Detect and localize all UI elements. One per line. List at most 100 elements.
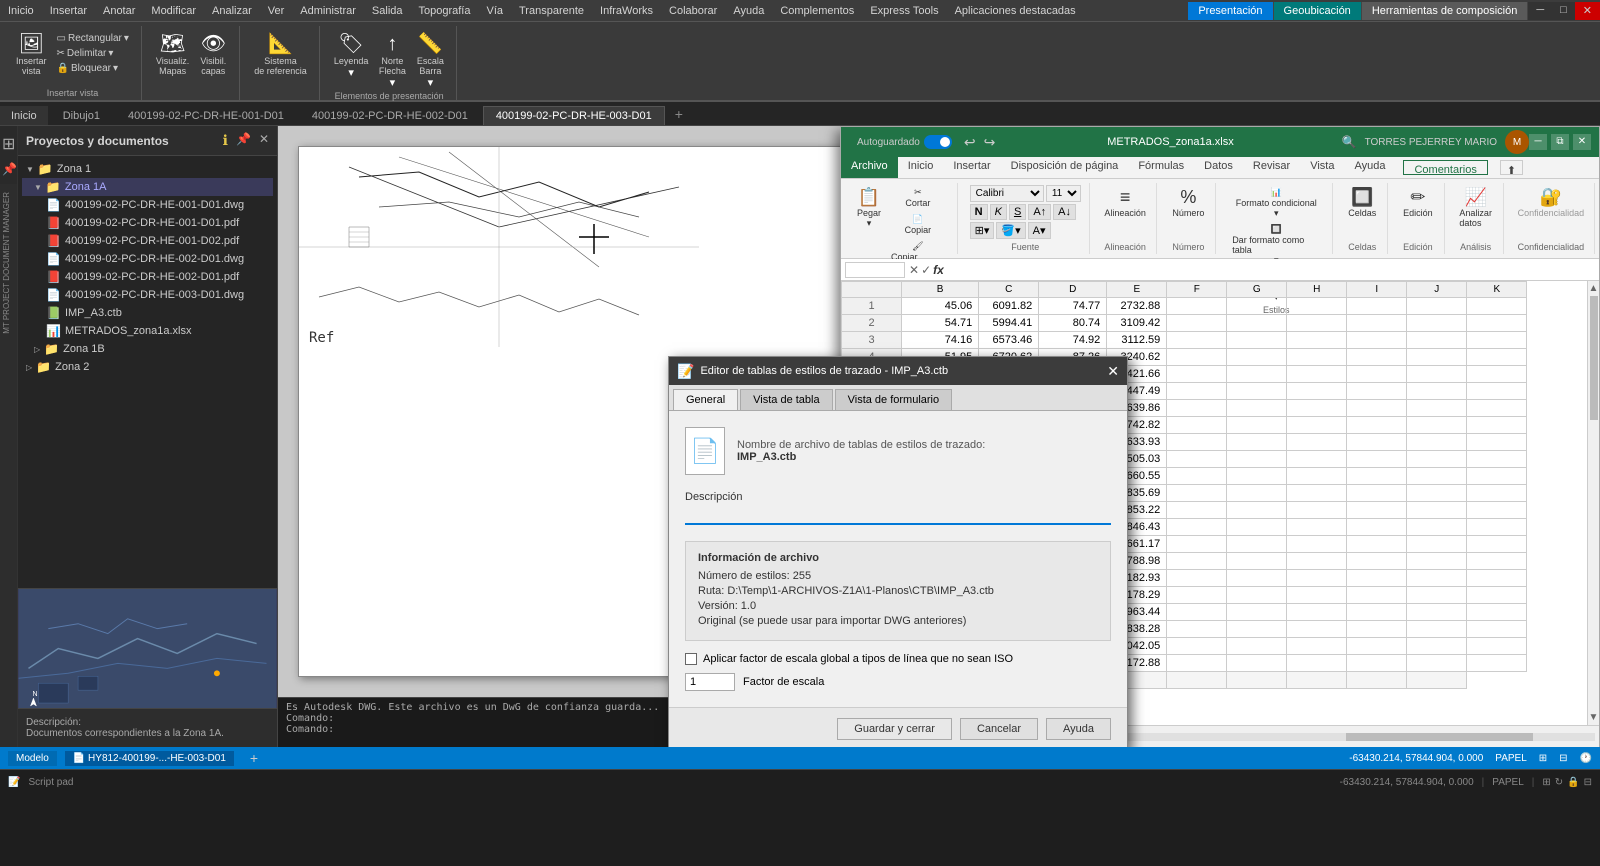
table-cell[interactable]	[1467, 519, 1527, 536]
table-cell[interactable]	[1287, 655, 1347, 672]
ctb-close-btn[interactable]: ✕	[1107, 363, 1119, 380]
table-cell[interactable]	[1227, 553, 1287, 570]
table-cell[interactable]	[1407, 451, 1467, 468]
table-cell[interactable]	[1407, 621, 1467, 638]
table-cell[interactable]	[1167, 621, 1227, 638]
table-cell[interactable]	[1167, 485, 1227, 502]
menu-ayuda[interactable]: Ayuda	[725, 3, 772, 19]
table-cell[interactable]: 6573.46	[979, 332, 1039, 349]
table-cell[interactable]	[1287, 485, 1347, 502]
ribbon-btn-escala-barra[interactable]: 📏 EscalaBarra ▾	[412, 32, 448, 91]
table-cell[interactable]	[1467, 434, 1527, 451]
new-tab-btn[interactable]: +	[667, 103, 691, 125]
table-cell[interactable]	[1347, 638, 1407, 655]
ribbon-btn-visibil-capas[interactable]: 👁 Visibil.capas	[195, 32, 231, 78]
excel-btn-celdas[interactable]: 🔲 Celdas	[1345, 185, 1379, 220]
table-cell[interactable]	[1467, 655, 1527, 672]
excel-menu-inicio[interactable]: Inicio	[898, 157, 944, 178]
table-cell[interactable]	[1167, 383, 1227, 400]
table-cell[interactable]	[1407, 485, 1467, 502]
excel-menu-revisar[interactable]: Revisar	[1243, 157, 1300, 178]
table-cell[interactable]	[1347, 468, 1407, 485]
menu-salida[interactable]: Salida	[364, 3, 411, 19]
tree-item-zona1b[interactable]: ▷ 📁 Zona 1B	[22, 340, 273, 358]
underline-btn[interactable]: S	[1009, 204, 1026, 220]
table-cell[interactable]	[1167, 400, 1227, 417]
font-color-btn[interactable]: A▾	[1028, 222, 1051, 239]
table-cell[interactable]	[1167, 519, 1227, 536]
menu-aplicaciones[interactable]: Aplicaciones destacadas	[947, 3, 1084, 19]
table-cell[interactable]	[1227, 485, 1287, 502]
table-cell[interactable]: 5994.41	[979, 315, 1039, 332]
ribbon-btn-sistema-referencia[interactable]: 📐 Sistemade referencia	[250, 32, 311, 78]
table-cell[interactable]	[1407, 655, 1467, 672]
menu-administrar[interactable]: Administrar	[292, 3, 364, 19]
excel-hscroll-thumb[interactable]	[1346, 733, 1533, 741]
table-cell[interactable]	[1347, 349, 1407, 366]
table-cell[interactable]	[1287, 604, 1347, 621]
redo-btn[interactable]: ↪	[984, 134, 996, 151]
excel-btn-pegar[interactable]: 📋 Pegar ▾	[853, 185, 885, 231]
table-cell[interactable]	[1467, 349, 1527, 366]
menu-ver[interactable]: Ver	[260, 3, 293, 19]
tree-item-xlsx[interactable]: 📊 METRADOS_zona1a.xlsx	[22, 322, 273, 340]
table-cell[interactable]	[1287, 519, 1347, 536]
ribbon-btn-norte-flecha[interactable]: ↑ NorteFlecha ▾	[374, 32, 410, 91]
table-cell[interactable]	[1227, 400, 1287, 417]
grid-icon[interactable]: ⊟	[1559, 753, 1567, 764]
table-cell[interactable]	[1167, 655, 1227, 672]
table-cell[interactable]	[1347, 332, 1407, 349]
table-cell[interactable]	[1347, 400, 1407, 417]
ribbon-btn-delimitar[interactable]: ✂ Delimitar ▾	[53, 47, 133, 60]
ctb-scale-input[interactable]	[685, 673, 735, 691]
table-cell[interactable]	[1167, 434, 1227, 451]
table-cell[interactable]	[1227, 383, 1287, 400]
table-cell[interactable]	[1347, 366, 1407, 383]
excel-btn-analizar-datos[interactable]: 📈 Analizardatos	[1457, 185, 1495, 230]
excel-restore-btn[interactable]: ⧉	[1551, 134, 1569, 150]
table-row[interactable]: 145.066091.8274.772732.88	[842, 298, 1527, 315]
table-cell[interactable]	[1167, 315, 1227, 332]
menu-topografia[interactable]: Topografía	[411, 3, 479, 19]
table-cell[interactable]	[1407, 536, 1467, 553]
ribbon-tab-herramientas[interactable]: Herramientas de composición	[1362, 2, 1529, 20]
table-cell[interactable]	[1347, 298, 1407, 315]
tree-item-ctb[interactable]: 📗 IMP_A3.ctb	[22, 304, 273, 322]
excel-menu-formulas[interactable]: Fórmulas	[1128, 157, 1194, 178]
viewport-icon2[interactable]: ↻	[1555, 777, 1563, 788]
italic-btn[interactable]: K	[990, 204, 1007, 220]
table-cell[interactable]	[1227, 621, 1287, 638]
decrease-font-btn[interactable]: A↓	[1053, 204, 1076, 220]
ribbon-btn-bloquear[interactable]: 🔒 Bloquear ▾	[53, 62, 133, 75]
table-cell[interactable]	[1287, 383, 1347, 400]
table-cell[interactable]	[1287, 349, 1347, 366]
table-cell[interactable]	[1227, 434, 1287, 451]
table-cell[interactable]	[1467, 315, 1527, 332]
increase-font-btn[interactable]: A↑	[1028, 204, 1051, 220]
table-cell[interactable]	[1287, 400, 1347, 417]
excel-btn-copy[interactable]: 📄 Copiar	[887, 212, 949, 237]
menu-modificar[interactable]: Modificar	[143, 3, 204, 19]
table-cell[interactable]	[1347, 621, 1407, 638]
fill-color-btn[interactable]: 🪣▾	[996, 222, 1025, 239]
sidebar-close-icon[interactable]: ✕	[259, 132, 269, 149]
viewport-icon3[interactable]: 🔒	[1567, 777, 1579, 788]
menu-inicio[interactable]: Inicio	[0, 3, 42, 19]
excel-btn-cut[interactable]: ✂ Cortar	[887, 185, 949, 210]
tree-item-pdf-002-d01[interactable]: 📕 400199-02-PC-DR-HE-002-D01.pdf	[22, 268, 273, 286]
table-cell[interactable]	[1287, 332, 1347, 349]
ctb-tab-vista-tabla[interactable]: Vista de tabla	[740, 389, 832, 410]
doc-tab-400199-003[interactable]: 400199-02-PC-DR-HE-003-D01	[483, 106, 665, 125]
table-cell[interactable]: 6091.82	[979, 298, 1039, 315]
excel-menu-archivo[interactable]: Archivo	[841, 157, 898, 178]
sidebar-pin-icon[interactable]: 📌	[236, 132, 251, 149]
undo-btn[interactable]: ↩	[964, 134, 976, 151]
formula-confirm-icon[interactable]: ✓	[921, 263, 931, 277]
table-cell[interactable]	[1467, 400, 1527, 417]
window-minimize-btn[interactable]: ─	[1528, 2, 1552, 20]
table-cell[interactable]	[1287, 366, 1347, 383]
table-cell[interactable]	[1347, 553, 1407, 570]
table-cell[interactable]	[1227, 655, 1287, 672]
excel-btn-formato-condicional[interactable]: 📊 Formato condicional ▾	[1228, 185, 1324, 221]
table-cell[interactable]	[1167, 332, 1227, 349]
